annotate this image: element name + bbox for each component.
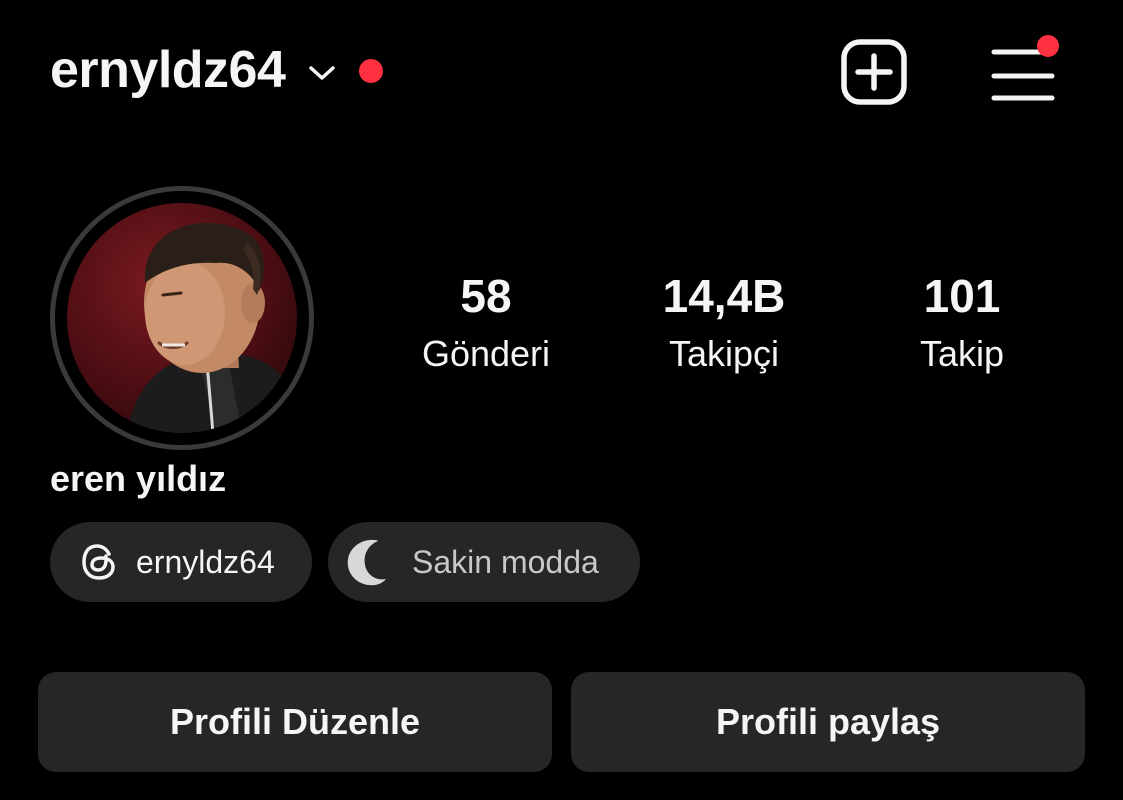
edit-profile-button[interactable]: Profili Düzenle	[38, 672, 552, 772]
threads-username: ernyldz64	[136, 543, 275, 580]
profile-photo	[127, 222, 297, 433]
followers-label: Takipçi	[668, 333, 780, 374]
notification-dot	[359, 59, 384, 83]
share-profile-button[interactable]: Profili paylaş	[571, 672, 1085, 772]
followers-count: 14,4B	[662, 270, 786, 322]
chevron-down-icon	[309, 66, 336, 80]
avatar-ring[interactable]	[50, 186, 314, 450]
hamburger-menu-icon	[991, 35, 1059, 101]
posts-label: Gönderi	[421, 333, 551, 374]
avatar	[67, 203, 297, 433]
posts-count: 58	[460, 270, 512, 322]
menu-button[interactable]	[990, 34, 1062, 106]
threads-icon	[82, 544, 115, 580]
plus-square-icon[interactable]	[840, 38, 908, 106]
followers-stat[interactable]: 14,4B Takipçi	[624, 268, 824, 384]
following-label: Takip	[919, 333, 1005, 374]
following-stat[interactable]: 101 Takip	[862, 268, 1062, 384]
threads-chip[interactable]: ernyldz64	[50, 522, 312, 602]
profile-header: ernyldz64	[50, 30, 1073, 120]
following-count: 101	[923, 270, 1001, 322]
account-switcher[interactable]: ernyldz64	[50, 40, 384, 100]
display-name: eren yıldız	[50, 458, 227, 499]
posts-stat[interactable]: 58 Gönderi	[386, 268, 586, 384]
quiet-mode-label: Sakin modda	[412, 543, 599, 580]
moon-icon	[347, 539, 386, 586]
profile-page: ernyldz64 58 Gönderi 14,4B Takipçi 101 T…	[0, 0, 1123, 800]
quiet-mode-chip[interactable]: Sakin modda	[328, 522, 640, 602]
menu-notification-dot	[1037, 35, 1059, 57]
username: ernyldz64	[50, 41, 286, 99]
